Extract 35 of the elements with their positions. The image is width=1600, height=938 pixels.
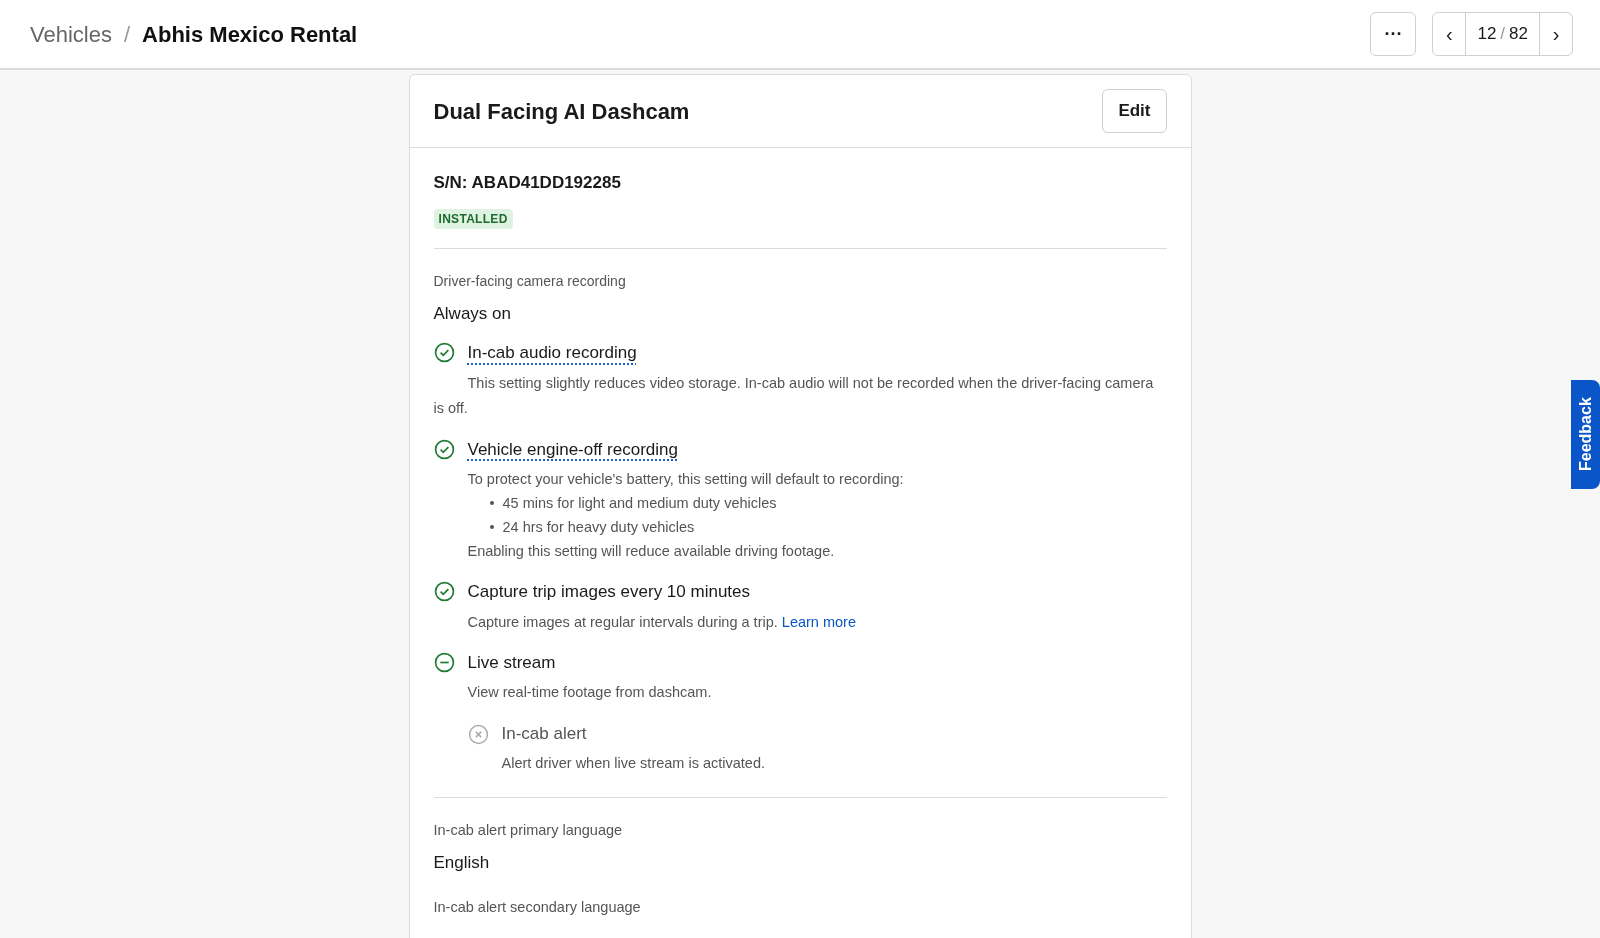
bullet-icon [489, 501, 494, 505]
feature-description: Alert driver when live stream is activated. [501, 754, 766, 773]
feature-title: Capture trip images every 10 minutes [467, 581, 751, 603]
feature-description: This setting slightly reduces video storage. In-cab audio will not be recorded when the driver-facing camera is off. [433, 373, 1155, 418]
edit-button[interactable]: Edit [1102, 89, 1167, 133]
serial-number: S/N: ABAD41DD192285 [433, 172, 622, 194]
page-total: 82 [1509, 23, 1528, 46]
breadcrumb-current: Abhis Mexico Rental [142, 20, 358, 49]
setting-label: In-cab alert secondary language [433, 898, 642, 918]
feature-description: View real-time footage from dashcam. [467, 683, 713, 702]
feature-description: Capture images at regular intervals during a trip. Learn more [467, 612, 857, 632]
breadcrumb-link[interactable]: Vehicles [30, 17, 112, 51]
feature-description: To protect your vehicle's battery, this setting will default to recording: [467, 470, 905, 489]
breadcrumb-separator: / [123, 20, 131, 49]
feature-note: Enabling this setting will reduce available driving footage. [467, 542, 836, 561]
card-title: Dual Facing AI Dashcam [433, 97, 690, 126]
page-separator: / [1500, 23, 1506, 46]
bullet-icon [489, 525, 494, 529]
setting-value: Always on [433, 302, 512, 325]
next-button[interactable]: › [1539, 13, 1572, 55]
setting-label: Driver-facing camera recording [433, 271, 627, 291]
learn-more-link[interactable]: Learn more [781, 613, 856, 630]
setting-label: In-cab alert primary language [433, 821, 624, 840]
previous-button[interactable]: ‹ [1433, 13, 1467, 55]
more-button[interactable]: ··· [1370, 12, 1417, 56]
page-number: 12 [1477, 23, 1497, 46]
feature-title: In-cab alert [501, 723, 587, 745]
feature-title: Vehicle engine-off recording [467, 438, 678, 461]
bullet-text: 24 hrs for heavy duty vehicles [502, 518, 695, 537]
feedback-tab[interactable]: Feedback [1571, 380, 1600, 489]
bullet-text: 45 mins for light and medium duty vehicles [502, 494, 777, 513]
status-badge: INSTALLED [433, 208, 513, 229]
feature-title: Live stream [467, 651, 556, 674]
setting-value: English [433, 851, 491, 874]
feature-title: In-cab audio recording [467, 342, 637, 364]
